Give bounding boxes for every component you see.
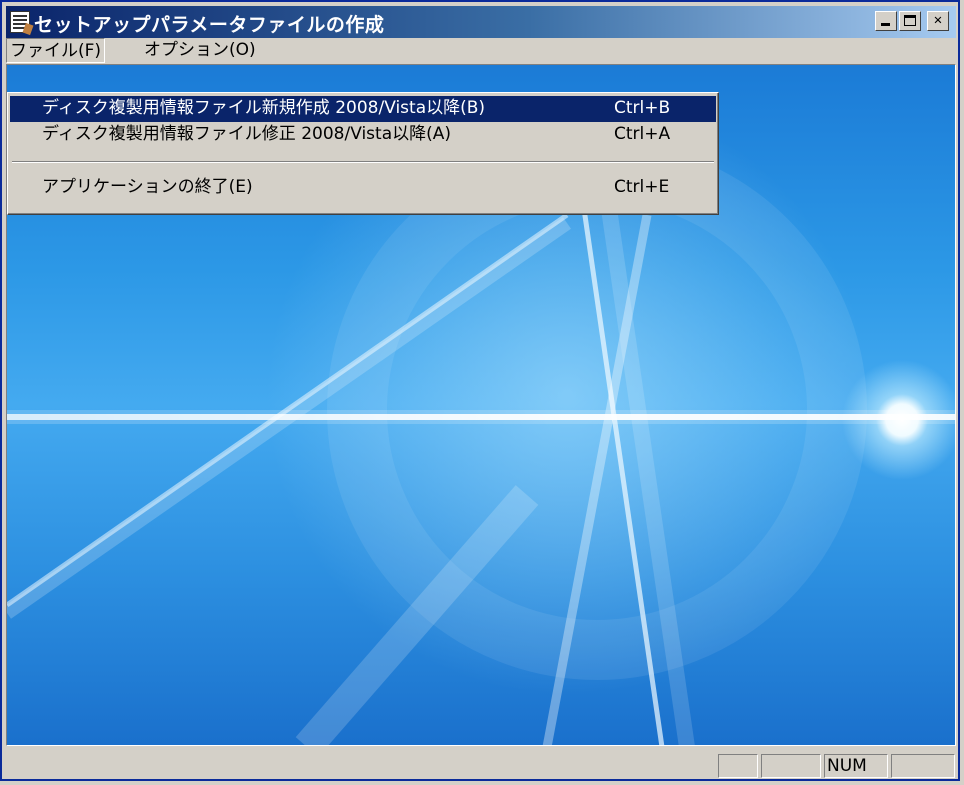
menu-file[interactable]: ファイル(F): [6, 38, 106, 63]
num-lock-indicator: NUM: [824, 754, 888, 778]
status-pane: [891, 754, 955, 778]
menu-item-new-disk-clone-info[interactable]: ディスク複製用情報ファイル新規作成 2008/Vista以降(B) Ctrl+B: [10, 96, 716, 122]
menu-item-label: ディスク複製用情報ファイル新規作成 2008/Vista以降(B): [42, 98, 486, 118]
maximize-button[interactable]: [899, 11, 921, 31]
title-bar[interactable]: セットアップパラメータファイルの作成 ✕: [6, 6, 956, 38]
menu-bar: ファイル(F) オプション(O): [6, 38, 956, 64]
menu-item-shortcut: Ctrl+B: [614, 98, 671, 118]
status-pane: [718, 754, 758, 778]
status-pane: [761, 754, 821, 778]
menu-item-edit-disk-clone-info[interactable]: ディスク複製用情報ファイル修正 2008/Vista以降(A) Ctrl+A: [10, 122, 716, 148]
menu-separator: [12, 161, 714, 163]
document-app-icon[interactable]: [10, 11, 30, 33]
close-button[interactable]: ✕: [927, 11, 949, 31]
menu-options[interactable]: オプション(O): [140, 38, 260, 63]
window-title: セットアップパラメータファイルの作成: [34, 14, 385, 36]
menu-item-shortcut: Ctrl+E: [614, 177, 670, 197]
status-bar: NUM: [6, 746, 956, 779]
menu-item-exit-application[interactable]: アプリケーションの終了(E) Ctrl+E: [10, 175, 716, 201]
menu-item-label: ディスク複製用情報ファイル修正 2008/Vista以降(A): [42, 124, 452, 144]
file-menu-dropdown: ディスク複製用情報ファイル新規作成 2008/Vista以降(B) Ctrl+B…: [7, 92, 719, 215]
menu-item-shortcut: Ctrl+A: [614, 124, 671, 144]
menu-item-label: アプリケーションの終了(E): [42, 177, 253, 197]
minimize-button[interactable]: [875, 11, 897, 31]
